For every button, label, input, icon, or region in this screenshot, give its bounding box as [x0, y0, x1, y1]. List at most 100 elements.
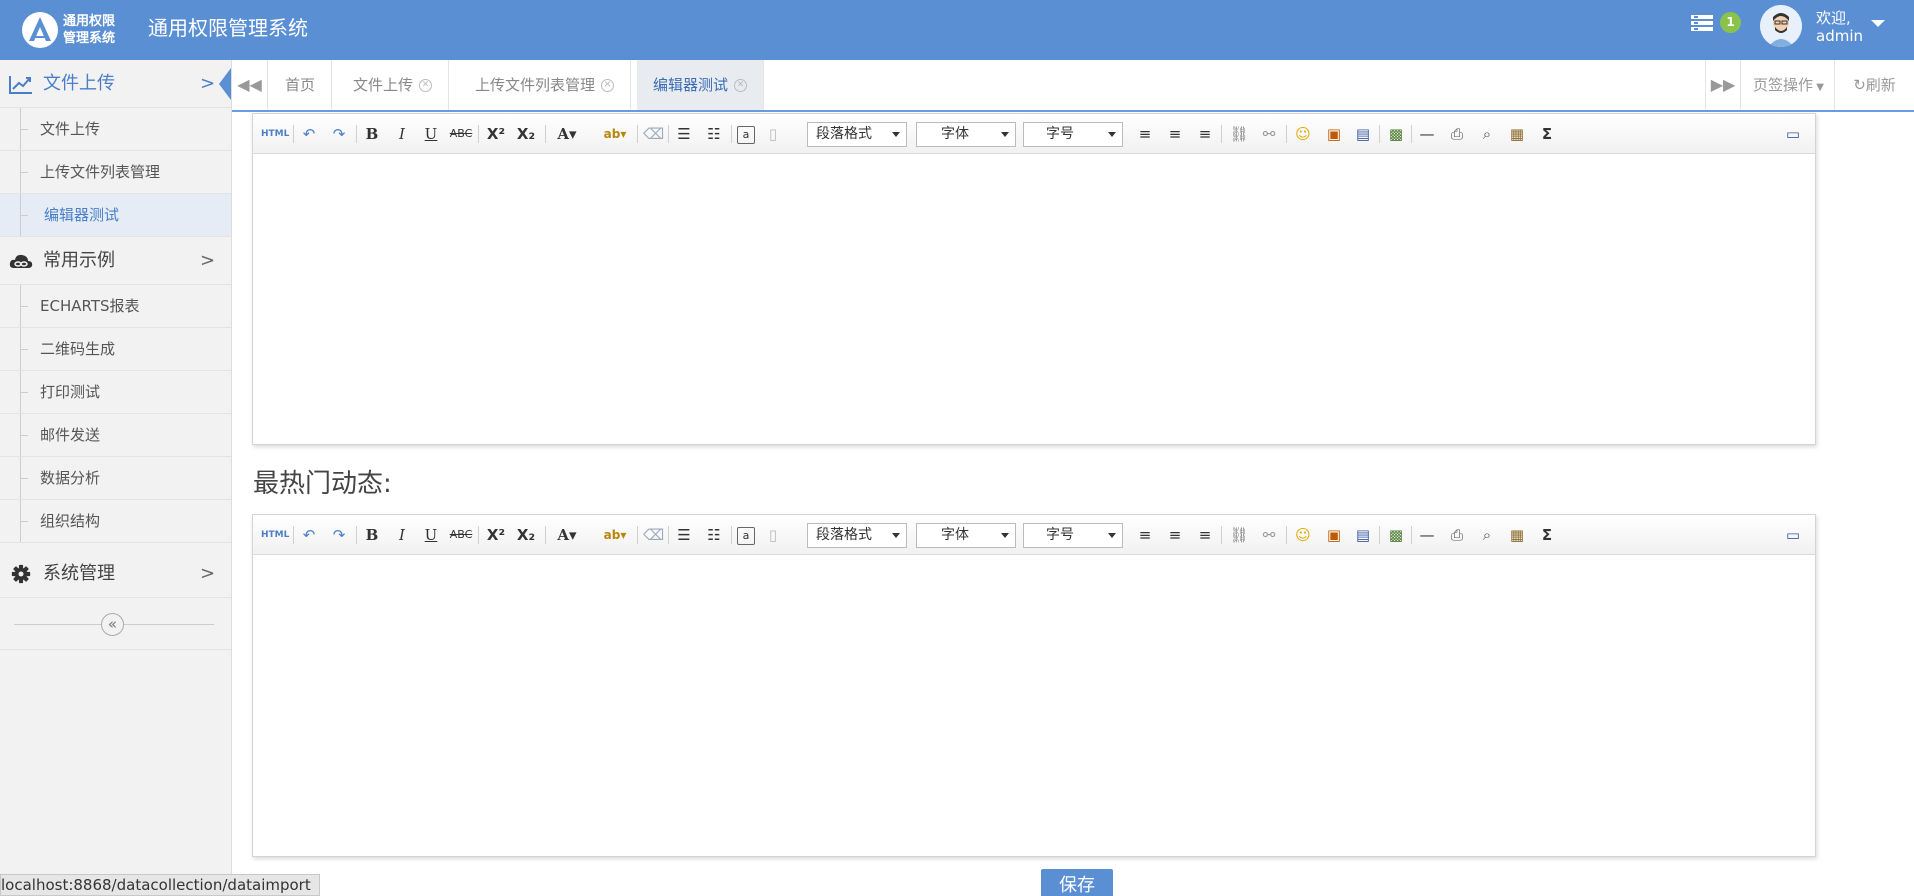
editor-content-area[interactable]	[253, 155, 1815, 444]
fullscreen-icon[interactable]: ▭	[1783, 124, 1803, 144]
print-icon[interactable]: ⎙	[1447, 525, 1467, 545]
underline-icon[interactable]: U	[422, 124, 440, 144]
page-icon[interactable]: ▯	[765, 124, 781, 144]
redo-icon[interactable]: ↷	[329, 525, 349, 545]
user-menu-caret-icon[interactable]	[1871, 20, 1885, 27]
font-color-icon[interactable]: A▾	[555, 124, 579, 144]
undo-icon[interactable]: ↶	[299, 525, 319, 545]
sidebar-group-system[interactable]: 系统管理 >	[0, 550, 231, 598]
eraser-icon[interactable]: ⌫	[643, 525, 664, 545]
close-icon[interactable]: ✕	[419, 79, 433, 92]
unordered-list-icon[interactable]: ☷	[703, 525, 725, 545]
superscript-icon[interactable]: X²	[485, 124, 507, 144]
align-right-icon[interactable]: ≡	[1195, 124, 1215, 144]
tab-scroll-right-icon[interactable]: ▶▶	[1705, 60, 1741, 110]
sidebar-item-upload-list[interactable]: 上传文件列表管理	[0, 151, 231, 194]
tab-scroll-left-icon[interactable]: ◀◀	[232, 60, 268, 110]
paragraph-format-select[interactable]: 段落格式	[807, 523, 907, 548]
align-left-icon[interactable]: ≡	[1135, 525, 1155, 545]
italic-icon[interactable]: I	[393, 124, 411, 144]
paste-icon[interactable]: ▦	[1507, 124, 1527, 144]
sidebar-collapse-button[interactable]: «	[101, 613, 124, 636]
highlight-color-icon[interactable]: ab▾	[598, 124, 632, 144]
paragraph-format-select[interactable]: 段落格式	[807, 122, 907, 147]
italic-icon[interactable]: I	[393, 525, 411, 545]
sidebar-group-file-upload[interactable]: 文件上传 >	[0, 60, 231, 108]
font-color-icon[interactable]: A▾	[555, 525, 579, 545]
formula-icon[interactable]: Σ	[1537, 124, 1557, 144]
sidebar-item-qrcode[interactable]: 二维码生成	[0, 328, 231, 371]
close-icon[interactable]: ✕	[734, 79, 748, 92]
highlight-color-icon[interactable]: ab▾	[598, 525, 632, 545]
anchor-icon[interactable]: a	[737, 527, 755, 545]
tab-file-upload[interactable]: 文件上传 ✕	[337, 60, 450, 110]
align-center-icon[interactable]: ≡	[1165, 525, 1185, 545]
unlink-icon[interactable]: ⚯	[1258, 124, 1280, 144]
bold-icon[interactable]: B	[363, 124, 381, 144]
image-icon[interactable]: ▣	[1323, 525, 1345, 545]
page-icon[interactable]: ▯	[765, 525, 781, 545]
sidebar-item-echarts[interactable]: ECHARTS报表	[0, 285, 231, 328]
redo-icon[interactable]: ↷	[329, 124, 349, 144]
sidebar-item-mail[interactable]: 邮件发送	[0, 414, 231, 457]
notification-badge[interactable]: 1	[1720, 12, 1741, 33]
editor-content-area[interactable]	[253, 556, 1815, 856]
unordered-list-icon[interactable]: ☷	[703, 124, 725, 144]
strikethrough-icon[interactable]: ABC	[449, 525, 473, 545]
sidebar-item-editor-test[interactable]: 编辑器测试	[0, 194, 231, 237]
paste-icon[interactable]: ▦	[1507, 525, 1527, 545]
font-family-select[interactable]: 字体	[916, 122, 1016, 147]
html-source-button[interactable]: HTML	[261, 124, 289, 144]
horizontal-rule-icon[interactable]: —	[1417, 525, 1437, 545]
video-icon[interactable]: ▤	[1353, 124, 1373, 144]
ordered-list-icon[interactable]: ☰	[673, 124, 695, 144]
preview-icon[interactable]: ⌕	[1477, 124, 1497, 144]
html-source-button[interactable]: HTML	[261, 525, 289, 545]
subscript-icon[interactable]: X₂	[515, 525, 537, 545]
subscript-icon[interactable]: X₂	[515, 124, 537, 144]
font-size-select[interactable]: 字号	[1023, 523, 1123, 548]
anchor-icon[interactable]: a	[737, 126, 755, 144]
font-family-select[interactable]: 字体	[916, 523, 1016, 548]
align-right-icon[interactable]: ≡	[1195, 525, 1215, 545]
font-size-select[interactable]: 字号	[1023, 122, 1123, 147]
emoticon-icon[interactable]: ☺	[1293, 525, 1313, 545]
image-icon[interactable]: ▣	[1323, 124, 1345, 144]
tab-operations-dropdown[interactable]: 页签操作 ▼	[1743, 60, 1835, 110]
sidebar-item-file-upload[interactable]: 文件上传	[0, 108, 231, 151]
sidebar-item-print-test[interactable]: 打印测试	[0, 371, 231, 414]
print-icon[interactable]: ⎙	[1447, 124, 1467, 144]
align-center-icon[interactable]: ≡	[1165, 124, 1185, 144]
link-icon[interactable]: ⛓	[1228, 525, 1250, 545]
sidebar-item-data-analysis[interactable]: 数据分析	[0, 457, 231, 500]
undo-icon[interactable]: ↶	[299, 124, 319, 144]
horizontal-rule-icon[interactable]: —	[1417, 124, 1437, 144]
underline-icon[interactable]: U	[422, 525, 440, 545]
refresh-button[interactable]: ↻刷新	[1835, 60, 1914, 110]
user-avatar[interactable]	[1760, 5, 1802, 47]
bold-icon[interactable]: B	[363, 525, 381, 545]
formula-icon[interactable]: Σ	[1537, 525, 1557, 545]
close-icon[interactable]: ✕	[601, 79, 615, 92]
tab-home[interactable]: 首页	[269, 60, 333, 110]
ordered-list-icon[interactable]: ☰	[673, 525, 695, 545]
sidebar-item-org-structure[interactable]: 组织结构	[0, 500, 231, 543]
unlink-icon[interactable]: ⚯	[1258, 525, 1280, 545]
preview-icon[interactable]: ⌕	[1477, 525, 1497, 545]
tab-editor-test[interactable]: 编辑器测试 ✕	[637, 60, 765, 110]
insert-picture-icon[interactable]: ▩	[1386, 525, 1406, 545]
task-list-icon[interactable]	[1691, 14, 1713, 32]
insert-picture-icon[interactable]: ▩	[1386, 124, 1406, 144]
video-icon[interactable]: ▤	[1353, 525, 1373, 545]
strikethrough-icon[interactable]: ABC	[449, 124, 473, 144]
superscript-icon[interactable]: X²	[485, 525, 507, 545]
link-icon[interactable]: ⛓	[1228, 124, 1250, 144]
welcome-text[interactable]: 欢迎, admin	[1816, 9, 1863, 45]
tab-upload-list[interactable]: 上传文件列表管理 ✕	[459, 60, 632, 110]
save-button[interactable]: 保存	[1041, 869, 1113, 896]
fullscreen-icon[interactable]: ▭	[1783, 525, 1803, 545]
eraser-icon[interactable]: ⌫	[643, 124, 664, 144]
emoticon-icon[interactable]: ☺	[1293, 124, 1313, 144]
sidebar-group-examples[interactable]: 常用示例 >	[0, 237, 231, 285]
align-left-icon[interactable]: ≡	[1135, 124, 1155, 144]
